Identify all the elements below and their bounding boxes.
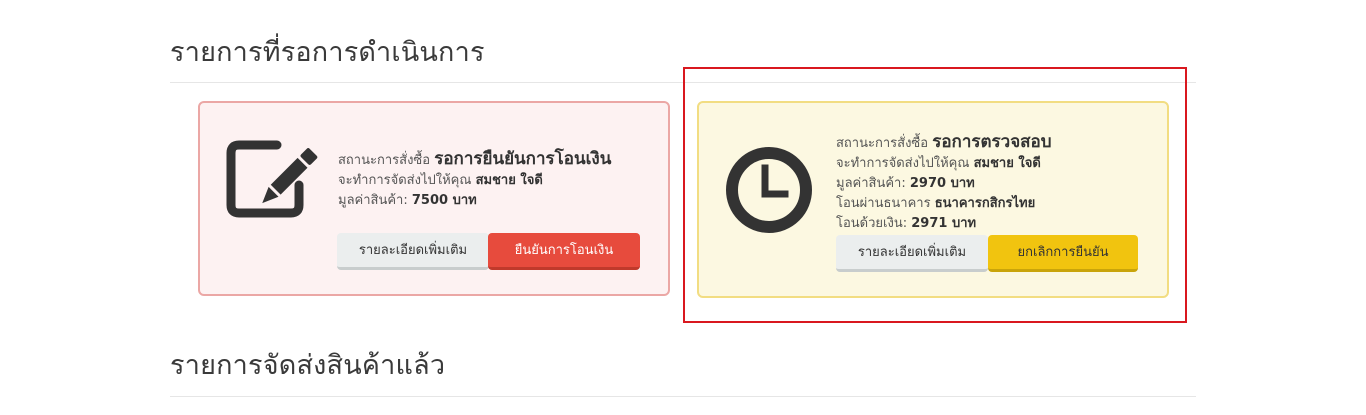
ship-to-name: สมชาย ใจดี (475, 173, 543, 188)
price-value: 7500 บาท (411, 193, 477, 208)
shipped-section-title: รายการจัดส่งสินค้าแล้ว (170, 350, 446, 381)
order-info: สถานะการสั่งซื้อ รอการยืนยันการโอนเงิน จ… (338, 149, 611, 211)
edit-icon (225, 139, 325, 219)
section-divider (170, 396, 1196, 397)
status-label: สถานะการสั่งซื้อ (338, 153, 431, 168)
order-card-pending-transfer: สถานะการสั่งซื้อ รอการยืนยันการโอนเงิน จ… (198, 101, 670, 296)
confirm-transfer-button[interactable]: ยืนยันการโอนเงิน (488, 233, 640, 270)
page: รายการที่รอการดำเนินการ สถานะการสั่งซื้อ… (0, 0, 1366, 415)
details-button[interactable]: รายละเอียดเพิ่มเติม (337, 233, 489, 270)
ship-to-label: จะทำการจัดส่งไปให้คุณ (338, 173, 472, 188)
pending-section-title: รายการที่รอการดำเนินการ (170, 37, 485, 68)
highlight-box (683, 67, 1187, 323)
status-value: รอการยืนยันการโอนเงิน (434, 149, 612, 169)
price-label: มูลค่าสินค้า: (338, 193, 408, 208)
